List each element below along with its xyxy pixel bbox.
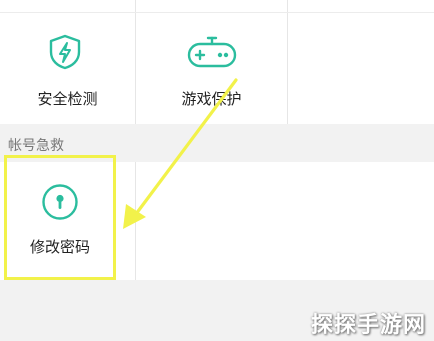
annotation-arrow-icon bbox=[123, 78, 238, 229]
watermark: 探探手游网 bbox=[310, 313, 426, 338]
